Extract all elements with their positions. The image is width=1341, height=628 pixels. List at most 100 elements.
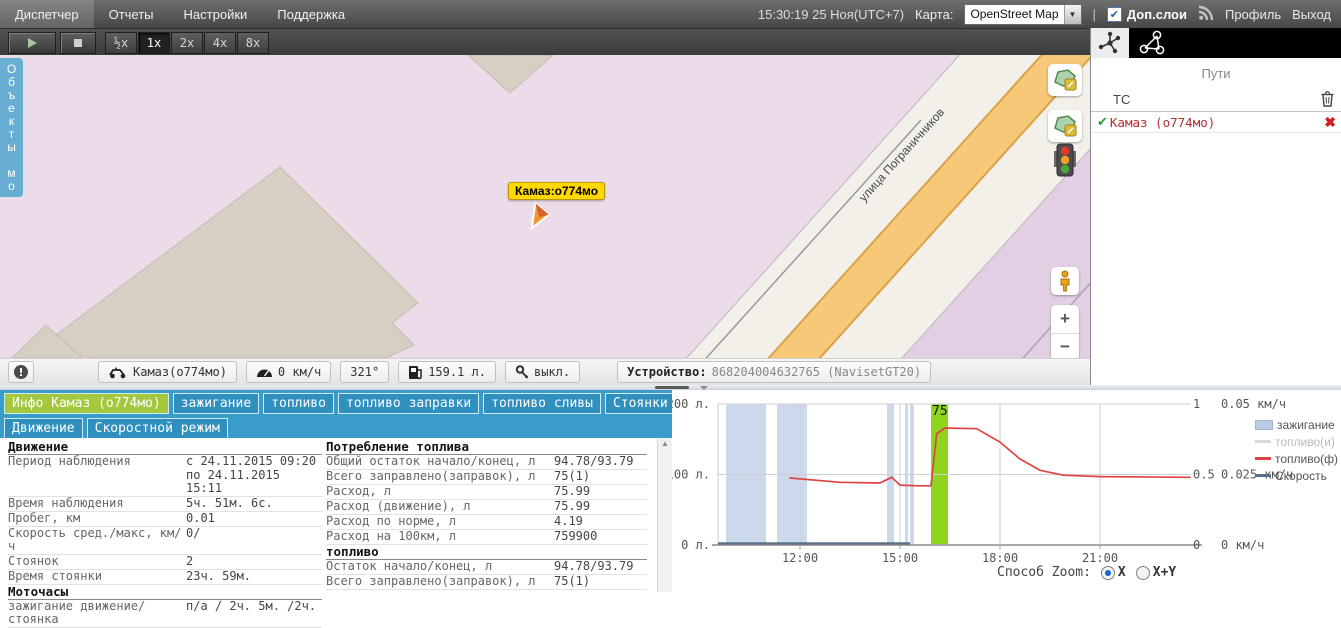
y-axis-right-primary-label: 0.5 bbox=[1193, 468, 1215, 482]
table-row: Остаток начало/конец, л94.78/93.79 bbox=[326, 560, 647, 575]
scroll-up-icon[interactable]: ▲ bbox=[658, 438, 672, 450]
report-tab[interactable]: Инфо Камаз (о774мо) bbox=[4, 393, 169, 414]
vehicle-name: Камаз (о774мо) bbox=[1110, 115, 1215, 130]
alert-icon: ! bbox=[14, 365, 28, 379]
speed-value: 0 км/ч bbox=[278, 365, 321, 379]
fuel-chart[interactable]: 750 л.100 л.200 л.12:0015:0018:0021:0000… bbox=[672, 390, 1341, 592]
row-label: Скорость сред./макс, км/ч bbox=[8, 527, 186, 554]
zoom-in-button[interactable]: + bbox=[1051, 305, 1079, 334]
rss-icon[interactable] bbox=[1198, 5, 1214, 24]
table-row: Время наблюдения5ч. 51м. 6с. bbox=[8, 497, 322, 512]
y-axis-left-label: 100 л. bbox=[672, 468, 710, 482]
report-tab[interactable]: Движение bbox=[4, 418, 83, 439]
remove-icon[interactable]: ✖ bbox=[1324, 114, 1336, 131]
topbar-menu-item[interactable]: Поддержка bbox=[262, 0, 360, 28]
table-section-header: топливо bbox=[326, 545, 647, 560]
extra-layers-label[interactable]: Доп.слои bbox=[1127, 7, 1187, 22]
table-row: Всего заправлено(заправок), л75(1) bbox=[326, 575, 647, 590]
topbar-menu-item[interactable]: Отчеты bbox=[94, 0, 169, 28]
zoom-mode-option[interactable]: X bbox=[1101, 565, 1126, 580]
report-tabs-row-1: Инфо Камаз (о774мо)зажиганиетопливотопли… bbox=[0, 390, 672, 415]
legend-item[interactable]: топливо(ф) bbox=[1255, 450, 1341, 467]
row-value: 23ч. 59м. bbox=[186, 570, 251, 584]
play-button[interactable] bbox=[8, 32, 56, 54]
delete-all-button[interactable] bbox=[1320, 90, 1335, 110]
vehicle-status-bar: ! Камаз(о774мо) 0 км/ч 321° bbox=[0, 358, 1090, 385]
map-select-label: Карта: bbox=[915, 7, 953, 22]
report-tab[interactable]: топливо сливы bbox=[483, 393, 601, 414]
pedestrian-icon bbox=[1056, 270, 1074, 292]
traffic-layer-button[interactable] bbox=[1052, 143, 1078, 179]
speed-button[interactable]: 4x bbox=[204, 32, 236, 54]
report-tab[interactable]: Стоянки bbox=[605, 393, 676, 414]
zoom-mode-option[interactable]: X+Y bbox=[1136, 565, 1176, 580]
table-row: Пробег, км0.01 bbox=[8, 512, 322, 527]
radio-icon[interactable] bbox=[1101, 566, 1115, 580]
splitter-handle[interactable] bbox=[655, 386, 689, 389]
draw-area-button[interactable] bbox=[1048, 110, 1082, 142]
line-swatch bbox=[1255, 474, 1271, 477]
table-scrollbar[interactable]: ▲ bbox=[657, 438, 672, 592]
stop-button[interactable] bbox=[60, 32, 96, 54]
x-axis-label: 18:00 bbox=[982, 551, 1018, 565]
row-label: Период наблюдения bbox=[8, 455, 186, 469]
row-label: Всего заправлено(заправок), л bbox=[326, 470, 554, 484]
legend-item[interactable]: топливо(и) bbox=[1255, 433, 1341, 450]
table-section-header: Движение bbox=[8, 440, 322, 455]
tab-geozones[interactable] bbox=[1129, 28, 1341, 58]
vehicle-row[interactable]: ✔Камаз (о774мо) ✖ bbox=[1091, 112, 1341, 133]
topbar-menu-item[interactable]: Настройки bbox=[169, 0, 263, 28]
x-axis-label: 15:00 bbox=[882, 551, 918, 565]
report-tab[interactable]: топливо bbox=[263, 393, 334, 414]
map-provider-select[interactable]: OpenStreet Map ▼ bbox=[964, 4, 1081, 25]
profile-link[interactable]: Профиль bbox=[1225, 7, 1281, 22]
zoom-mode-option-label: X+Y bbox=[1153, 565, 1176, 580]
topbar-menu-item[interactable]: Диспетчер bbox=[0, 0, 94, 28]
speed-button[interactable]: 1x bbox=[138, 32, 170, 54]
clock: 15:30:19 25 Ноя(UTC+7) bbox=[758, 7, 904, 22]
speed-button[interactable]: ½x bbox=[105, 32, 137, 54]
chart-zoom-mode: Способ Zoom: XX+Y bbox=[997, 565, 1176, 580]
objects-panel-tab[interactable]: Объекты мо bbox=[0, 58, 23, 197]
pedestrian-mode-button[interactable] bbox=[1051, 267, 1079, 295]
zoom-out-button[interactable]: − bbox=[1051, 334, 1079, 359]
edit-polygon-icon bbox=[1052, 67, 1078, 93]
row-value: 75.99 bbox=[554, 485, 590, 499]
playback-speed-group: ½x1x2x4x8x bbox=[105, 32, 270, 54]
row-label: Расход на 100км, л bbox=[326, 530, 554, 544]
legend-label: топливо(ф) bbox=[1275, 452, 1338, 466]
report-tab[interactable]: зажигание bbox=[173, 393, 259, 414]
check-icon: ✔ bbox=[1097, 114, 1108, 130]
row-label: Расход (движение), л bbox=[326, 500, 554, 514]
row-value: 94.78/93.79 bbox=[554, 560, 633, 574]
row-label: Время наблюдения bbox=[8, 497, 186, 511]
report-tab[interactable]: Скоростной режим bbox=[87, 418, 228, 439]
map-viewport[interactable]: улица Пограничников Объекты мо Камаз:о77… bbox=[0, 55, 1090, 358]
legend-item[interactable]: Скорость bbox=[1255, 467, 1341, 484]
draw-route-button[interactable] bbox=[1048, 64, 1082, 96]
radio-icon[interactable] bbox=[1136, 566, 1150, 580]
main-menu: ДиспетчерОтчетыНастройкиПоддержка bbox=[0, 0, 360, 28]
edit-polygon-icon bbox=[1052, 113, 1078, 139]
chevron-down-icon[interactable]: ▼ bbox=[1064, 5, 1081, 24]
extra-layers-checkbox[interactable] bbox=[1107, 7, 1122, 22]
speed-button[interactable]: 2x bbox=[171, 32, 203, 54]
vehicle-marker-label[interactable]: Камаз:о774мо bbox=[508, 182, 605, 200]
routes-panel-title: Пути bbox=[1091, 66, 1341, 81]
fuel-actual-line bbox=[790, 428, 1190, 486]
top-menu-bar: ДиспетчерОтчетыНастройкиПоддержка 15:30:… bbox=[0, 0, 1341, 28]
legend-item[interactable]: зажигание bbox=[1255, 416, 1341, 433]
report-tab[interactable]: топливо заправки bbox=[338, 393, 479, 414]
row-label: Время стоянки bbox=[8, 570, 186, 584]
row-label: Пробег, км bbox=[8, 512, 186, 526]
vehicle-direction-icon bbox=[524, 200, 554, 230]
traffic-light-icon bbox=[1053, 143, 1077, 179]
logout-link[interactable]: Выход bbox=[1292, 7, 1331, 22]
course-badge: 321° bbox=[340, 361, 389, 383]
vehicle-marker[interactable]: Камаз:о774мо bbox=[508, 182, 605, 200]
vehicle-name-badge[interactable]: Камаз(о774мо) bbox=[98, 361, 237, 383]
band-swatch bbox=[1255, 420, 1273, 430]
alert-badge[interactable]: ! bbox=[8, 361, 34, 383]
tab-tracks[interactable] bbox=[1091, 28, 1129, 58]
speed-button[interactable]: 8x bbox=[237, 32, 269, 54]
